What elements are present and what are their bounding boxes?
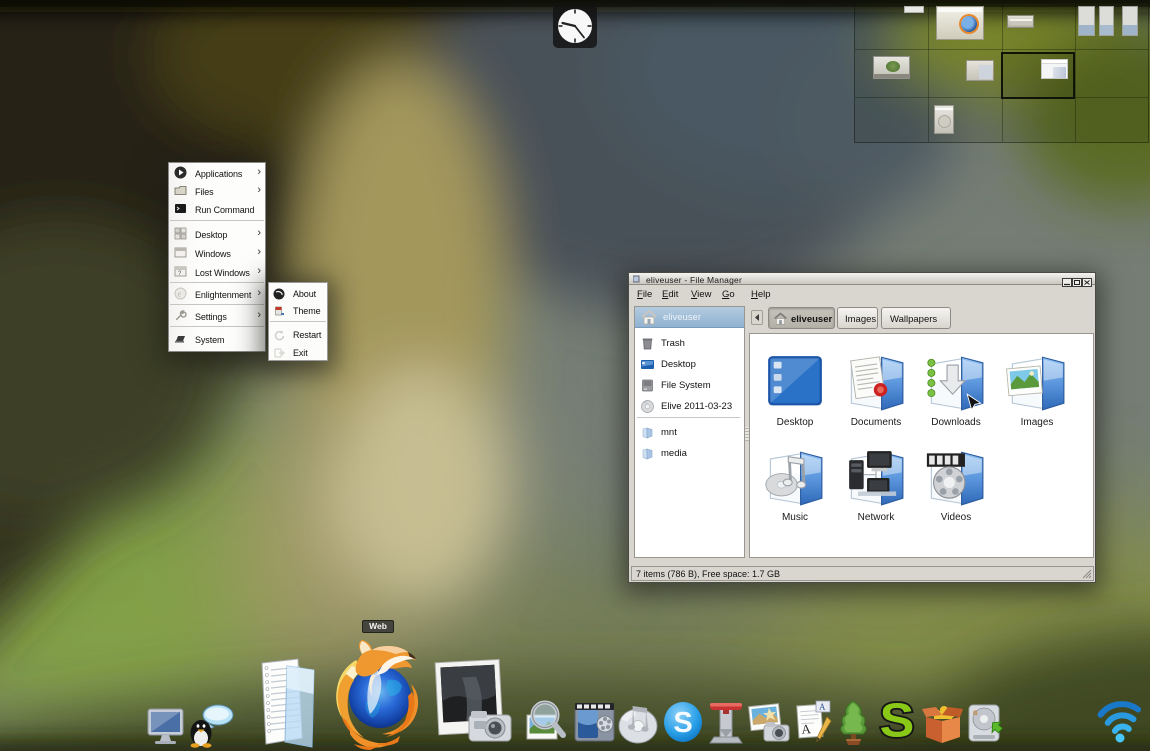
svg-text:A: A (801, 721, 812, 737)
svg-text:S: S (880, 696, 915, 747)
svg-text:A: A (819, 702, 826, 712)
svg-text:G: G (973, 711, 978, 717)
svg-text:e: e (178, 290, 182, 299)
svg-text:S: S (673, 707, 692, 739)
